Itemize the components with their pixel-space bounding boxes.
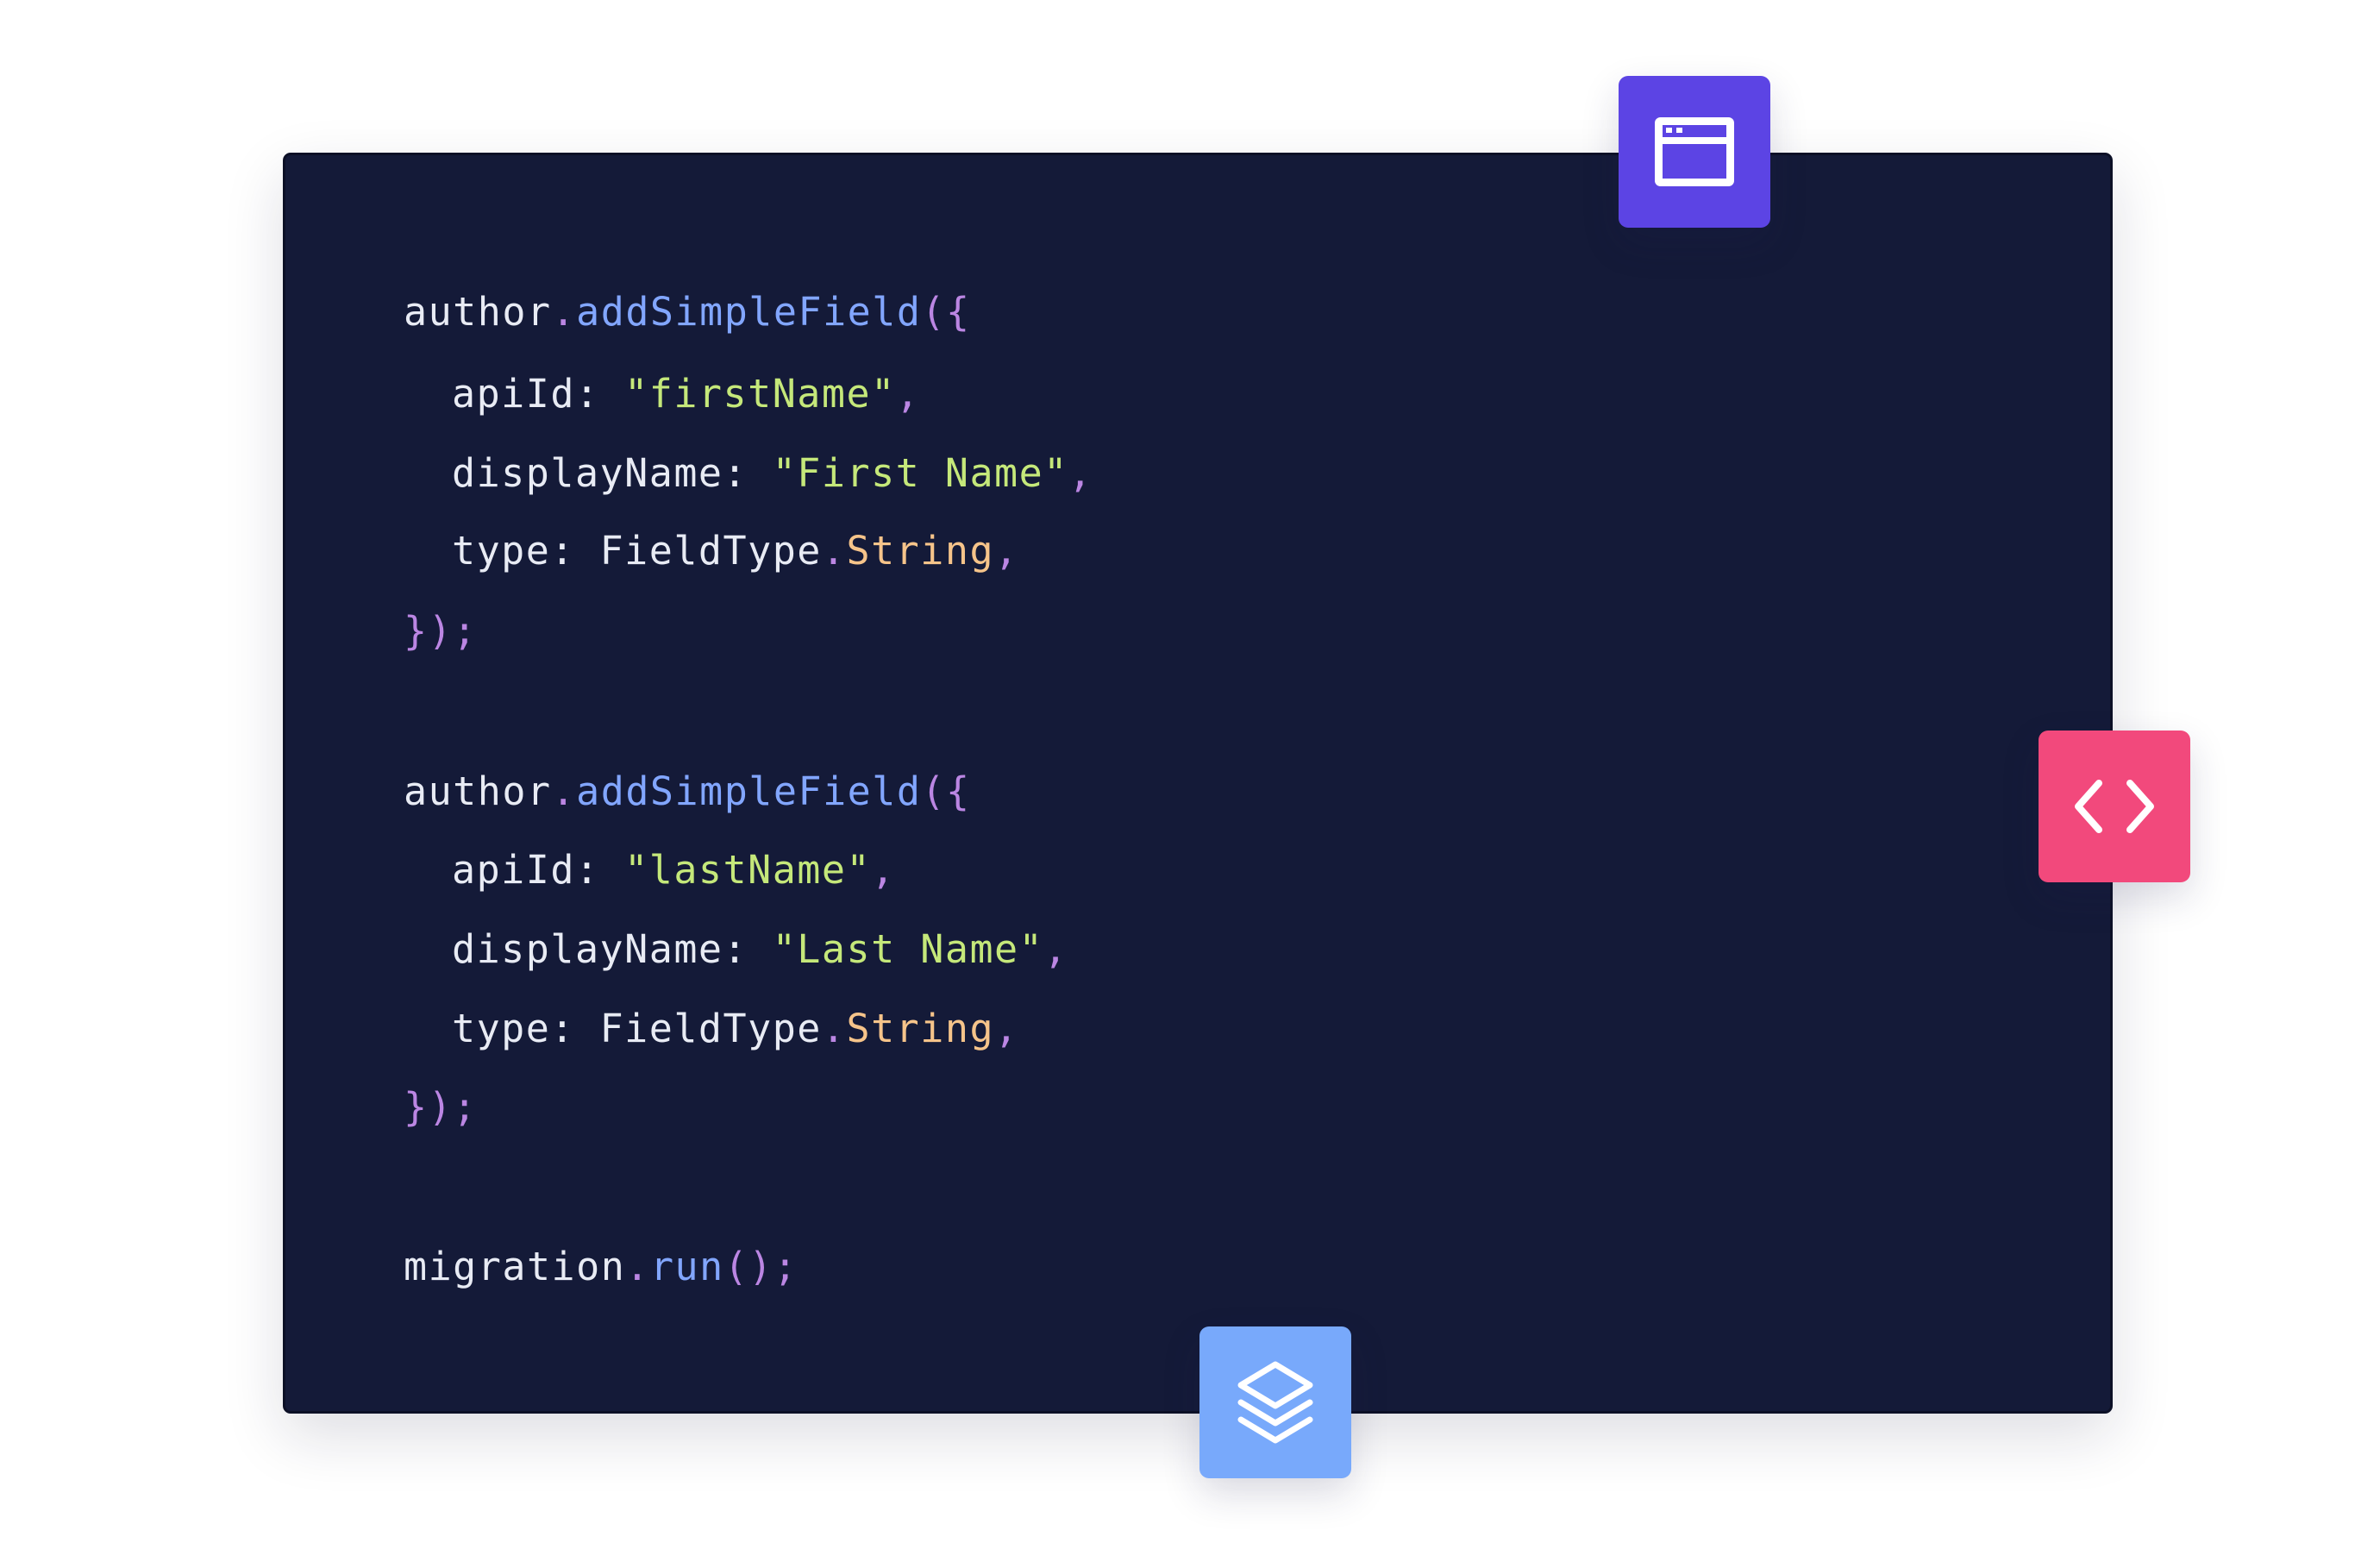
code-line: author.addSimpleField({ <box>404 764 971 819</box>
code-token: (); <box>723 1244 799 1289</box>
code-token: author <box>404 768 552 814</box>
code-token: . <box>551 289 577 335</box>
code-token: "lastName" <box>624 847 872 893</box>
code-token: type: <box>452 1006 600 1051</box>
code-token: addSimpleField <box>576 289 922 335</box>
code-line: displayName: "Last Name", <box>452 922 1068 977</box>
code-token: FieldType <box>599 528 822 574</box>
code-brackets-badge[interactable] <box>2039 731 2190 882</box>
code-token: String <box>846 1006 995 1051</box>
code-token: . <box>821 1006 847 1051</box>
code-token: , <box>994 1006 1019 1051</box>
code-line: type: FieldType.String, <box>452 524 1019 579</box>
code-token: String <box>846 528 995 574</box>
code-token: , <box>1043 926 1068 972</box>
layers-icon <box>1237 1361 1313 1444</box>
code-line: displayName: "First Name", <box>452 446 1093 501</box>
browser-window-badge[interactable] <box>1619 76 1770 228</box>
code-line: author.addSimpleField({ <box>404 285 971 340</box>
code-token: "Last Name" <box>772 926 1044 972</box>
code-token: ({ <box>921 768 971 814</box>
code-line: apiId: "lastName", <box>452 843 896 898</box>
code-token: }); <box>404 608 478 654</box>
code-token: . <box>551 768 577 814</box>
code-token: , <box>1068 450 1093 496</box>
code-token: run <box>649 1244 724 1289</box>
browser-window-icon <box>1655 117 1734 186</box>
code-token: }); <box>404 1084 478 1130</box>
code-line: migration.run(); <box>404 1239 799 1295</box>
code-token: author <box>404 289 552 335</box>
code-token: apiId: <box>452 371 625 417</box>
code-token: , <box>895 371 921 417</box>
code-token: displayName: <box>452 926 773 972</box>
code-token: , <box>871 847 896 893</box>
code-token: ({ <box>921 289 971 335</box>
code-token: "First Name" <box>772 450 1068 496</box>
code-token: "firstName" <box>624 371 896 417</box>
code-line: }); <box>404 1080 478 1135</box>
code-token: apiId: <box>452 847 625 893</box>
code-token: . <box>821 528 847 574</box>
code-block: author.addSimpleField({apiId: "firstName… <box>285 155 2110 1411</box>
code-token: migration <box>404 1244 626 1289</box>
code-snippet-card: author.addSimpleField({apiId: "firstName… <box>283 153 2113 1414</box>
code-token: type: <box>452 528 600 574</box>
code-token: addSimpleField <box>576 768 922 814</box>
code-token: . <box>625 1244 650 1289</box>
code-line: }); <box>404 604 478 659</box>
layers-badge[interactable] <box>1199 1326 1351 1478</box>
code-token: , <box>994 528 1019 574</box>
code-token: displayName: <box>452 450 773 496</box>
code-brackets-icon <box>2075 780 2154 833</box>
code-line: apiId: "firstName", <box>452 367 920 422</box>
code-token: FieldType <box>599 1006 822 1051</box>
code-line: type: FieldType.String, <box>452 1001 1019 1057</box>
